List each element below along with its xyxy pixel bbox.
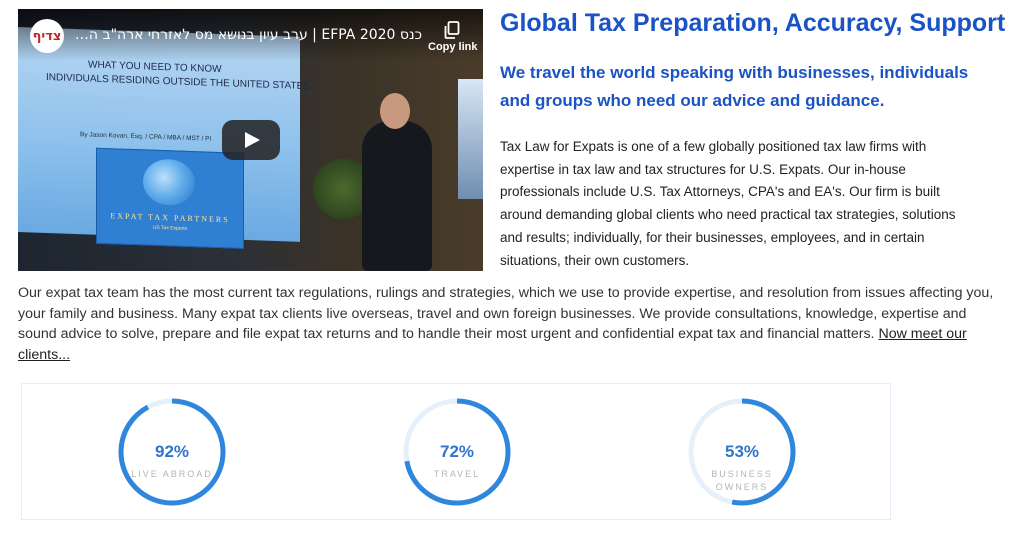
stat-caption: LIVE ABROAD [131, 469, 213, 479]
stats-panel: 92% LIVE ABROAD 72% TRAVEL 53% BUSINESS … [21, 383, 891, 520]
copy-link-label: Copy link [428, 41, 478, 53]
slide-line-2: INDIVIDUALS RESIDING OUTSIDE THE UNITED … [46, 71, 310, 93]
slide-logo-sub: US Tax Experts [152, 224, 188, 232]
speaker-head [380, 93, 410, 129]
stat-value: 92% [154, 442, 190, 461]
stat-live-abroad: 92% LIVE ABROAD [116, 396, 228, 508]
play-icon [245, 132, 260, 148]
video-title[interactable]: כנס EFPA 2020 | ערב עיון בנושא מס לאזרחי… [72, 27, 422, 43]
stat-travel: 72% TRAVEL [401, 396, 513, 508]
channel-avatar[interactable]: צדיף [30, 19, 64, 53]
globe-icon [143, 158, 195, 207]
slide-logo: EXPAT TAX PARTNERS US Tax Experts [96, 147, 244, 249]
stat-caption: BUSINESS OWNERS [711, 469, 773, 492]
body-text: Our expat tax team has the most current … [18, 285, 994, 342]
page-heading: Global Tax Preparation, Accuracy, Suppor… [500, 9, 1006, 37]
speaker-figure [362, 121, 432, 271]
play-button[interactable] [222, 120, 280, 160]
stat-business-owners: 53% BUSINESS OWNERS [686, 396, 798, 508]
slide-line-1: WHAT YOU NEED TO KNOW [88, 59, 222, 76]
copy-icon [444, 21, 460, 39]
stage-light [458, 79, 483, 199]
stat-caption: TRAVEL [433, 469, 481, 479]
stat-value: 72% [439, 442, 475, 461]
stat-value: 53% [724, 442, 760, 461]
body-paragraph: Our expat tax team has the most current … [18, 283, 1008, 365]
intro-paragraph: Tax Law for Expats is one of a few globa… [500, 139, 956, 268]
subheading: We travel the world speaking with busine… [500, 63, 969, 110]
slide-author: By Jason Kovan, Esq. / CPA / MBA / MST /… [80, 131, 212, 143]
video-player[interactable]: WHAT YOU NEED TO KNOW INDIVIDUALS RESIDI… [18, 9, 483, 271]
copy-link-button[interactable]: Copy link [428, 21, 478, 53]
